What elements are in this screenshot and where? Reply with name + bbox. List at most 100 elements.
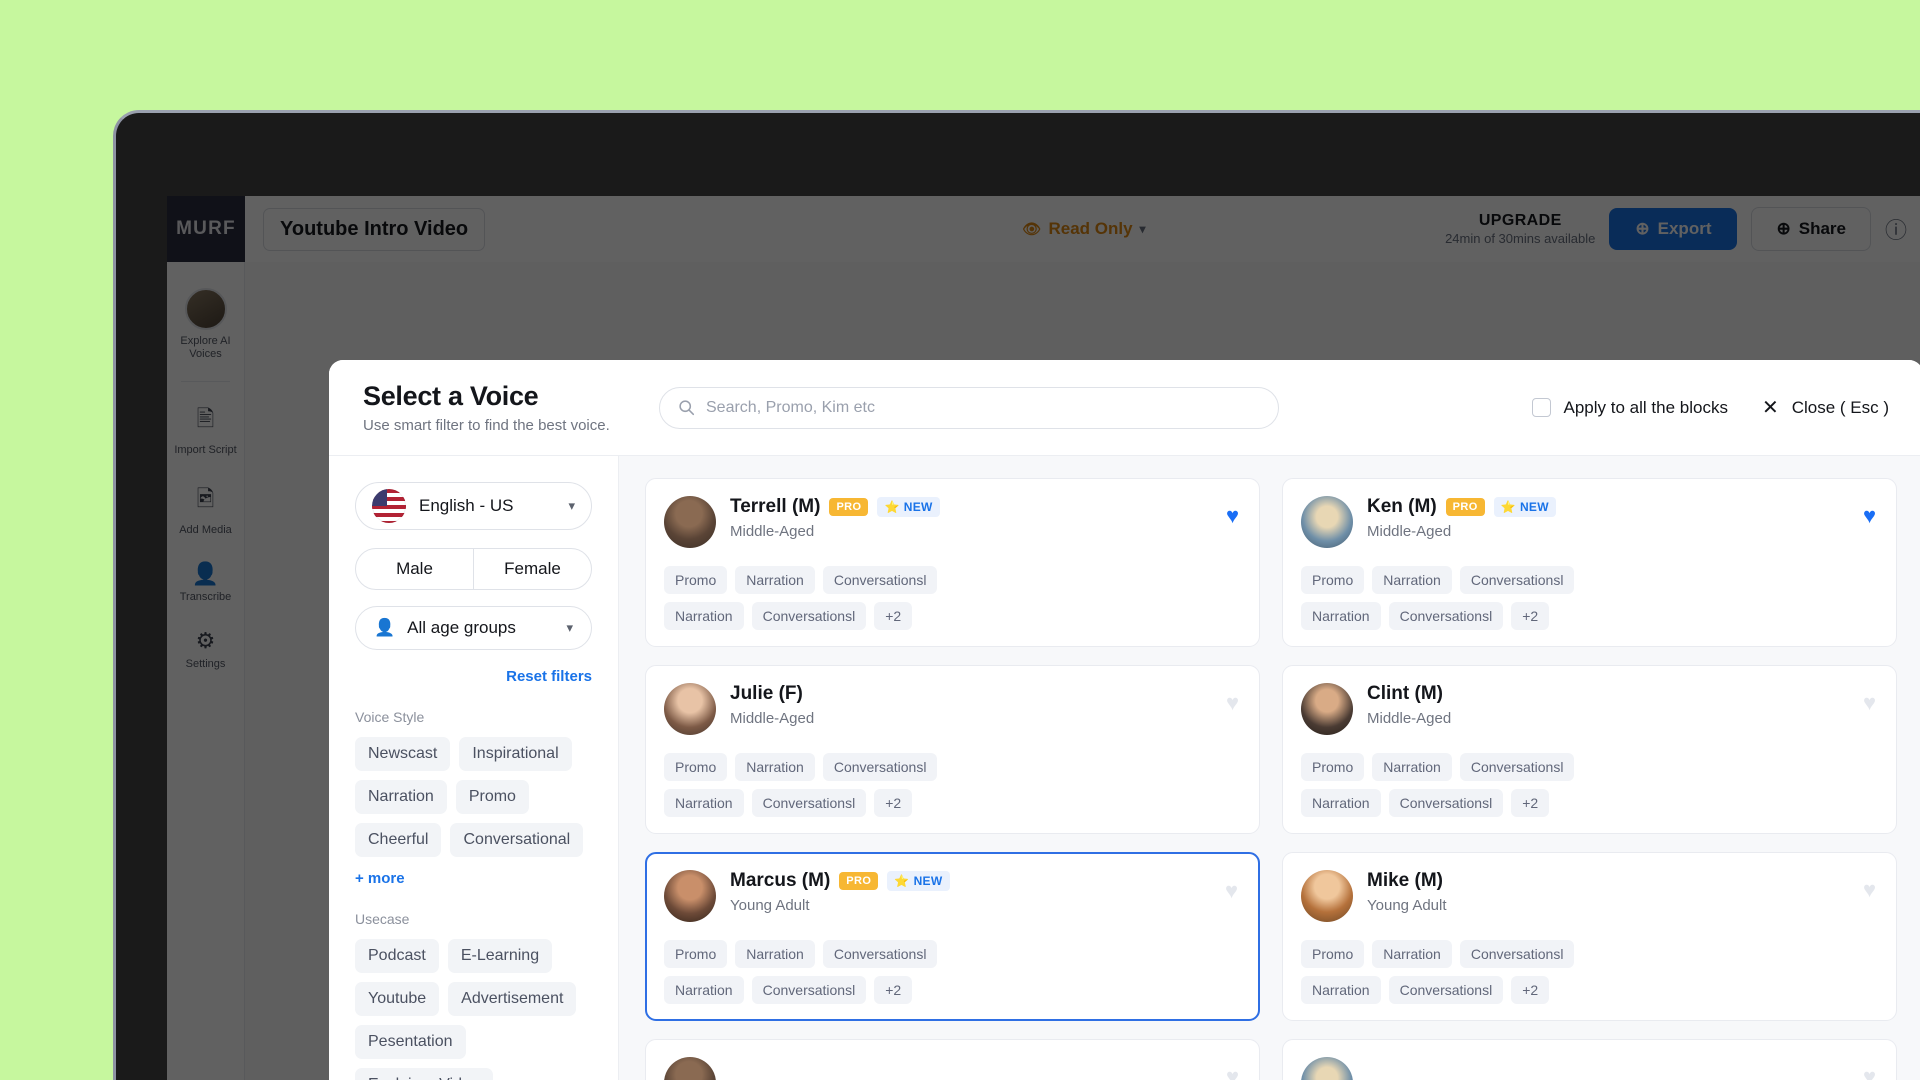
gender-toggle[interactable]: Male Female (355, 548, 592, 590)
voice-tag[interactable]: Promo (664, 753, 728, 781)
usecase-chip[interactable]: Youtube (355, 982, 440, 1016)
favorite-heart-icon[interactable]: ♥ (1225, 880, 1238, 902)
voice-tag[interactable]: Narration (1301, 789, 1381, 817)
gender-option-female[interactable]: Female (473, 549, 591, 589)
voice-tag[interactable]: Narration (735, 753, 815, 781)
star-icon: ⭐ (894, 874, 910, 888)
chevron-down-icon: ▾ (566, 620, 573, 635)
voice-tag-row: Narration Conversationsl +2 (1301, 789, 1878, 817)
voice-tag-row: Promo Narration Conversationsl (1301, 566, 1878, 594)
usecase-chip[interactable]: Explainer Video (355, 1068, 493, 1080)
modal-title-group: Select a Voice Use smart filter to find … (363, 381, 653, 434)
avatar[interactable] (1301, 870, 1353, 922)
voice-tag[interactable]: Narration (735, 940, 815, 968)
voice-name-row: Ken (M) PRO ⭐ NEW (1367, 496, 1556, 518)
voice-style-chip[interactable]: Conversational (450, 823, 584, 857)
avatar[interactable] (664, 1057, 716, 1080)
voice-style-chip[interactable]: Cheerful (355, 823, 442, 857)
search-box[interactable] (659, 386, 1279, 429)
voice-tag[interactable]: Conversationsl (751, 976, 867, 1004)
avatar[interactable] (1301, 496, 1353, 548)
voice-tag[interactable]: Promo (664, 566, 728, 594)
voice-card[interactable]: Julie (F) Middle-Aged ♥ Promo Narration Conve… (645, 665, 1260, 834)
voice-tag[interactable]: Conversationsl (1459, 940, 1575, 968)
voice-tag[interactable]: Conversationsl (1388, 976, 1504, 1004)
favorite-heart-icon[interactable]: ♥ (1226, 692, 1239, 714)
favorite-heart-icon[interactable]: ♥ (1863, 692, 1876, 714)
usecase-chip[interactable]: Advertisement (448, 982, 577, 1016)
usecase-chip[interactable]: Pesentation (355, 1025, 466, 1059)
voice-tag[interactable]: Narration (735, 566, 815, 594)
favorite-heart-icon[interactable]: ♥ (1863, 879, 1876, 901)
voice-tag[interactable]: Promo (1301, 940, 1365, 968)
voice-tag[interactable]: Conversationsl (1459, 566, 1575, 594)
language-select[interactable]: English - US ▾ (355, 482, 592, 530)
voice-card[interactable]: Ken (M) PRO ⭐ NEW Middle-Aged ♥ Promo Narration… (1282, 478, 1897, 647)
favorite-heart-icon[interactable]: ♥ (1863, 505, 1876, 527)
voice-card-header: Ken (M) PRO ⭐ NEW Middle-Aged (1301, 496, 1878, 548)
voice-age-group: Middle-Aged (1367, 710, 1452, 727)
more-tags-badge[interactable]: +2 (874, 602, 913, 630)
voice-tag[interactable]: Narration (1301, 976, 1381, 1004)
voice-tag[interactable]: Promo (1301, 566, 1365, 594)
apply-all-checkbox[interactable] (1531, 398, 1551, 417)
gender-option-male[interactable]: Male (356, 549, 473, 589)
voice-tag[interactable]: Promo (1301, 753, 1365, 781)
usecase-chip[interactable]: Podcast (355, 939, 439, 973)
voice-results-panel[interactable]: Terrell (M) PRO ⭐ NEW Middle-Aged ♥ Promo Narra… (619, 456, 1920, 1080)
avatar[interactable] (1301, 683, 1353, 735)
voice-tag[interactable]: Conversationsl (822, 566, 938, 594)
more-tags-badge[interactable]: +2 (1511, 602, 1550, 630)
more-tags-badge[interactable]: +2 (874, 976, 913, 1004)
voice-tag[interactable]: Conversationsl (1388, 789, 1504, 817)
voice-tag[interactable]: Narration (664, 789, 744, 817)
avatar[interactable] (1301, 1057, 1353, 1080)
more-tags-badge[interactable]: +2 (1511, 789, 1550, 817)
voice-card[interactable]: ♥ (1282, 1039, 1897, 1080)
voice-card[interactable]: ♥ (645, 1039, 1260, 1080)
voice-tag[interactable]: Conversationsl (1459, 753, 1575, 781)
voice-tag[interactable]: Narration (1301, 602, 1381, 630)
voice-name: Ken (M) (1367, 496, 1437, 517)
avatar[interactable] (664, 683, 716, 735)
voice-card[interactable]: Clint (M) Middle-Aged ♥ Promo Narration Conve… (1282, 665, 1897, 834)
voice-style-more-link[interactable]: + more (355, 870, 592, 887)
search-input[interactable] (706, 398, 1260, 417)
usecase-chip[interactable]: E-Learning (447, 939, 553, 973)
avatar[interactable] (664, 870, 716, 922)
apply-to-all-blocks-toggle[interactable]: Apply to all the blocks (1531, 398, 1728, 418)
voice-tag[interactable]: Narration (664, 976, 744, 1004)
new-badge: ⭐ NEW (887, 871, 950, 891)
voice-tag[interactable]: Conversationsl (751, 789, 867, 817)
voice-tag[interactable]: Conversationsl (822, 753, 938, 781)
voice-style-chip[interactable]: Promo (455, 780, 529, 814)
favorite-heart-icon[interactable]: ♥ (1863, 1066, 1876, 1080)
age-group-select[interactable]: 👤 All age groups ▾ (355, 606, 592, 650)
close-button[interactable]: ✕ Close ( Esc ) (1762, 395, 1889, 420)
voice-card[interactable]: Terrell (M) PRO ⭐ NEW Middle-Aged ♥ Promo Narra… (645, 478, 1260, 647)
usecase-chip-group: Podcast E-Learning Youtube Advertisement Pes… (355, 939, 592, 1080)
voice-tag[interactable]: Narration (1372, 566, 1452, 594)
voice-info: Ken (M) PRO ⭐ NEW Middle-Aged (1367, 496, 1556, 540)
more-tags-badge[interactable]: +2 (1511, 976, 1550, 1004)
voice-tag[interactable]: Conversationsl (751, 602, 867, 630)
favorite-heart-icon[interactable]: ♥ (1226, 505, 1239, 527)
more-tags-badge[interactable]: +2 (874, 789, 913, 817)
voice-tag[interactable]: Conversationsl (1388, 602, 1504, 630)
voice-info: Clint (M) Middle-Aged (1367, 683, 1451, 727)
voice-tag[interactable]: Promo (664, 940, 728, 968)
voice-card-header: Mike (M) Young Adult (1301, 870, 1878, 922)
reset-filters-link[interactable]: Reset filters (355, 668, 592, 685)
voice-tag[interactable]: Narration (1372, 753, 1452, 781)
avatar[interactable] (664, 496, 716, 548)
voice-style-chip[interactable]: Inspirational (459, 737, 572, 771)
favorite-heart-icon[interactable]: ♥ (1226, 1066, 1239, 1080)
voice-tag[interactable]: Narration (1372, 940, 1452, 968)
voice-card[interactable]: Mike (M) Young Adult ♥ Promo Narration Conver… (1282, 852, 1897, 1021)
voice-style-chip[interactable]: Newscast (355, 737, 451, 771)
select-voice-modal: Select a Voice Use smart filter to find … (329, 360, 1920, 1080)
voice-card[interactable]: Marcus (M) PRO ⭐ NEW Young Adult ♥ Promo Narrat… (645, 852, 1260, 1021)
voice-style-chip[interactable]: Narration (355, 780, 447, 814)
voice-tag[interactable]: Narration (664, 602, 744, 630)
voice-tag[interactable]: Conversationsl (822, 940, 938, 968)
